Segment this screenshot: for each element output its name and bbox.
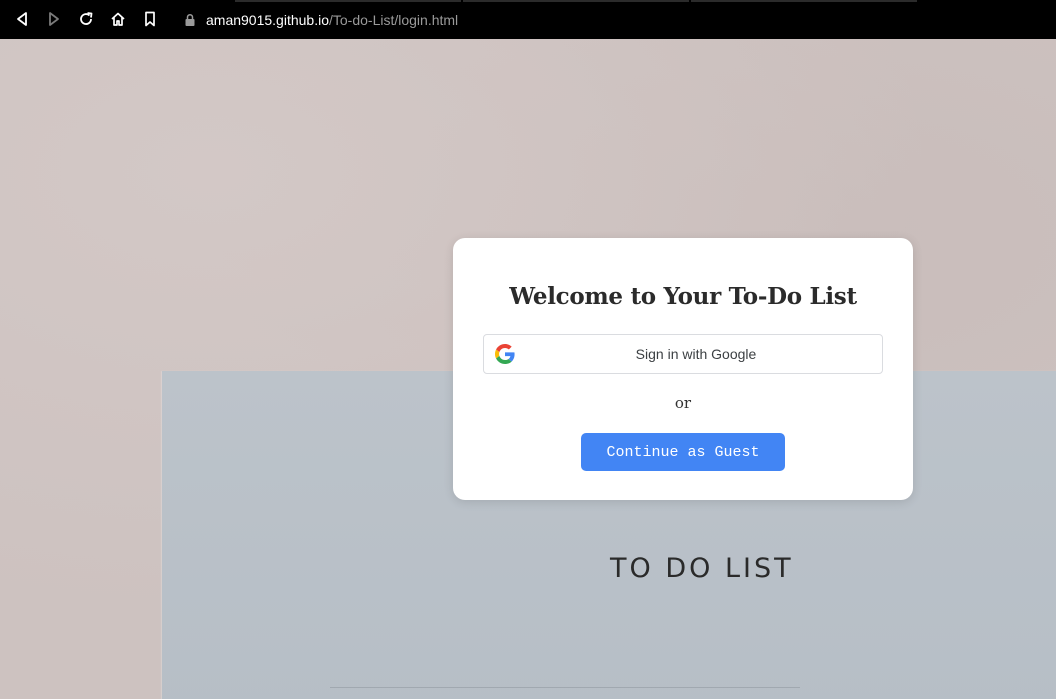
lock-icon [185,13,195,26]
tab-strip [0,0,1056,2]
bookmark-icon [145,11,155,27]
login-card: Welcome to Your To-Do List Sign in with … [453,238,913,500]
google-sign-in-button[interactable]: Sign in with Google [483,334,883,374]
address-bar[interactable]: aman9015.github.io/To-do-List/login.html [206,11,458,29]
page-viewport: TO DO LIST Welcome to Your To-Do List Si… [0,39,1056,699]
url-host: aman9015.github.io [206,12,329,28]
background-paper-text: TO DO LIST [610,553,794,584]
home-button[interactable] [107,8,129,30]
url-path: /To-do-List/login.html [329,12,459,28]
page-title: Welcome to Your To-Do List [509,283,857,310]
browser-toolbar: aman9015.github.io/To-do-List/login.html [0,0,1056,39]
or-divider: or [674,394,692,412]
forward-button[interactable] [43,8,65,30]
google-sign-in-label: Sign in with Google [635,346,757,362]
back-arrow-icon [17,12,27,26]
reload-button[interactable] [75,8,97,30]
reload-icon [80,12,93,25]
background-paper-line [330,687,800,688]
continue-as-guest-button[interactable]: Continue as Guest [581,433,785,471]
bookmark-button[interactable] [139,8,161,30]
forward-arrow-icon [49,12,59,26]
back-button[interactable] [11,8,33,30]
home-icon [111,12,125,26]
